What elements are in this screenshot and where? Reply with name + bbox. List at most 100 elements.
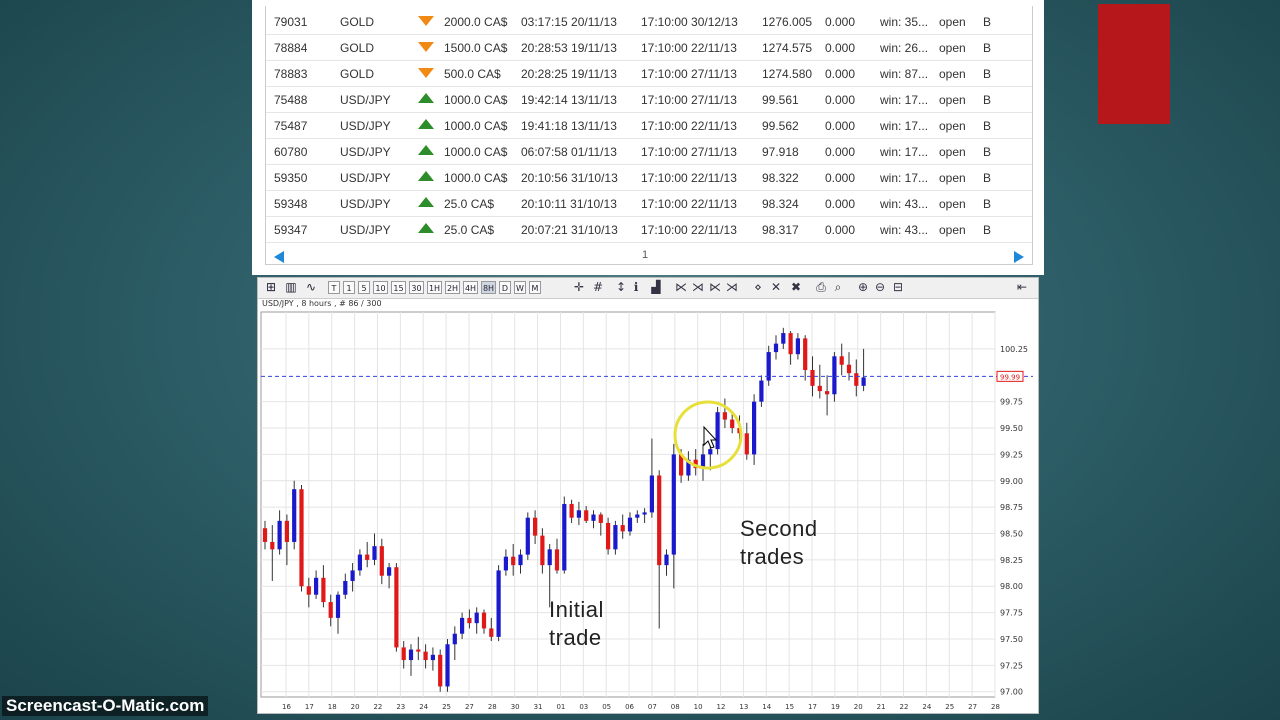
candle-body — [642, 512, 647, 515]
grid-icon[interactable]: # — [590, 281, 606, 294]
table-row[interactable]: 59348 USD/JPY 25.0 CA$ 20:10:11 31/10/13 17:… — [266, 190, 1032, 217]
x-tick-label: 22 — [900, 703, 909, 711]
line-chart-icon[interactable]: ∿ — [303, 281, 319, 294]
trade-expiry: 17:10:00 22/11/13 — [641, 119, 737, 133]
timeframe-8h-button[interactable]: 8H — [481, 281, 496, 294]
trade-amount: 500.0 CA$ — [444, 67, 501, 81]
candle-body — [503, 556, 508, 571]
reset-icon[interactable]: ⊟ — [890, 281, 906, 294]
timeframe-m-button[interactable]: M — [529, 281, 541, 294]
trade-open-time: 19:42:14 13/11/13 — [521, 93, 617, 107]
timeframe-4h-button[interactable]: 4H — [463, 281, 478, 294]
trade-amount: 25.0 CA$ — [444, 197, 495, 211]
crosshair-icon[interactable]: ✛ — [571, 281, 587, 294]
timeframe-w-button[interactable]: W — [514, 281, 526, 294]
trade-payout: 0.000 — [825, 41, 856, 55]
candle-body — [854, 373, 859, 386]
timeframe-1h-button[interactable]: 1H — [427, 281, 442, 294]
print-icon[interactable]: ⎙ — [813, 281, 829, 294]
delete-all-icon[interactable]: ✖ — [788, 281, 804, 294]
initial-trade-annotation: Initial trade — [549, 596, 604, 652]
trade-open-time: 03:17:15 20/11/13 — [521, 15, 617, 29]
candle-body — [438, 654, 443, 687]
timeframe-1-button[interactable]: 1 — [343, 281, 355, 294]
trend-tool-2-icon[interactable]: ⋊ — [690, 281, 706, 294]
candle-body — [489, 628, 494, 637]
trade-amount: 1000.0 CA$ — [444, 171, 508, 185]
timeframe-5-button[interactable]: 5 — [358, 281, 370, 294]
x-tick-label: 05 — [602, 703, 611, 711]
draw-tool-icon[interactable]: ⋄ — [750, 281, 766, 294]
timeframe-30-button[interactable]: 30 — [409, 281, 424, 294]
trade-status: open — [939, 93, 966, 107]
chart-type-icon[interactable]: ⊞ — [263, 281, 279, 294]
candle-body — [562, 503, 567, 571]
prev-page-icon[interactable] — [274, 251, 284, 263]
table-row[interactable]: 59350 USD/JPY 1000.0 CA$ 20:10:56 31/10/13 1… — [266, 164, 1032, 191]
next-page-icon[interactable] — [1014, 251, 1024, 263]
up-arrow-icon — [418, 119, 434, 129]
timeframe-t-button[interactable]: T — [328, 281, 340, 294]
timeframe-2h-button[interactable]: 2H — [445, 281, 460, 294]
zoom-out-icon[interactable]: ⊖ — [872, 281, 888, 294]
timeframe-10-button[interactable]: 10 — [373, 281, 388, 294]
bar-chart-icon[interactable]: ▥ — [283, 281, 299, 294]
table-row[interactable]: 78884 GOLD 1500.0 CA$ 20:28:53 19/11/13 17:1… — [266, 34, 1032, 61]
candle-body — [832, 356, 837, 395]
candle-body — [781, 333, 786, 344]
table-row[interactable]: 75487 USD/JPY 1000.0 CA$ 19:41:18 13/11/13 1… — [266, 112, 1032, 139]
timeframe-15-button[interactable]: 15 — [391, 281, 406, 294]
trade-type: B — [983, 171, 992, 185]
find-icon[interactable]: ⌕ — [830, 281, 846, 294]
trade-price: 98.324 — [762, 197, 799, 211]
up-arrow-icon — [418, 171, 434, 181]
y-tick-label: 97.75 — [1000, 609, 1023, 618]
table-row[interactable]: 59347 USD/JPY 25.0 CA$ 20:07:21 31/10/13 17:… — [266, 216, 1032, 243]
expand-icon[interactable]: ⇤ — [1014, 281, 1030, 294]
page-number[interactable]: 1 — [642, 249, 648, 261]
trade-payout: 0.000 — [825, 67, 856, 81]
trend-tool-4-icon[interactable]: ⋊ — [724, 281, 740, 294]
candle-body — [314, 577, 319, 595]
trend-tool-1-icon[interactable]: ⋉ — [673, 281, 689, 294]
table-row[interactable]: 78883 GOLD 500.0 CA$ 20:28:25 19/11/13 17:10… — [266, 60, 1032, 87]
trend-tool-3-icon[interactable]: ⋉ — [707, 281, 723, 294]
y-tick-label: 97.25 — [1000, 661, 1023, 670]
indicator-icon[interactable]: ▟ — [648, 281, 664, 294]
trade-price: 97.918 — [762, 145, 799, 159]
trade-open-time: 19:41:18 13/11/13 — [521, 119, 617, 133]
table-row[interactable]: 60780 USD/JPY 1000.0 CA$ 06:07:58 01/11/13 1… — [266, 138, 1032, 165]
trade-id: 78883 — [274, 67, 308, 81]
trade-id: 59350 — [274, 171, 308, 185]
trade-price: 1276.005 — [762, 15, 813, 29]
info-icon[interactable]: ℹ — [628, 281, 644, 294]
trade-expiry: 17:10:00 22/11/13 — [641, 171, 737, 185]
zoom-in-icon[interactable]: ⊕ — [855, 281, 871, 294]
candle-body — [357, 554, 362, 571]
candle-body — [284, 520, 289, 542]
timeframe-d-button[interactable]: D — [499, 281, 511, 294]
table-row[interactable]: 75488 USD/JPY 1000.0 CA$ 19:42:14 13/11/13 1… — [266, 86, 1032, 113]
candle-body — [810, 370, 815, 386]
y-tick-label: 99.50 — [1000, 424, 1023, 433]
candlestick-chart[interactable]: 100.25 99.75 99.50 99.25 99.00 98.75 98.50 98.2… — [258, 299, 1038, 713]
trade-symbol: USD/JPY — [340, 93, 391, 107]
trade-payout: 0.000 — [825, 15, 856, 29]
candle-body — [730, 419, 735, 429]
delete-icon[interactable]: ✕ — [768, 281, 784, 294]
trade-open-time: 20:07:21 31/10/13 — [521, 223, 618, 237]
x-tick-label: 28 — [991, 703, 1000, 711]
x-tick-label: 21 — [877, 703, 886, 711]
trade-type: B — [983, 119, 992, 133]
table-row[interactable]: 79031 GOLD 2000.0 CA$ 03:17:15 20/11/13 17:1… — [266, 8, 1032, 35]
candle-body — [365, 554, 370, 560]
trade-expiry: 17:10:00 22/11/13 — [641, 197, 737, 211]
candle-body — [861, 377, 866, 386]
x-tick-label: 31 — [534, 703, 543, 711]
cursor-icon[interactable]: ↕ — [613, 281, 629, 294]
candle-body — [795, 338, 800, 355]
candle-body — [649, 475, 654, 513]
table-pager: 1 — [266, 246, 1032, 264]
candle-body — [576, 510, 581, 518]
x-tick-label: 08 — [671, 703, 680, 711]
